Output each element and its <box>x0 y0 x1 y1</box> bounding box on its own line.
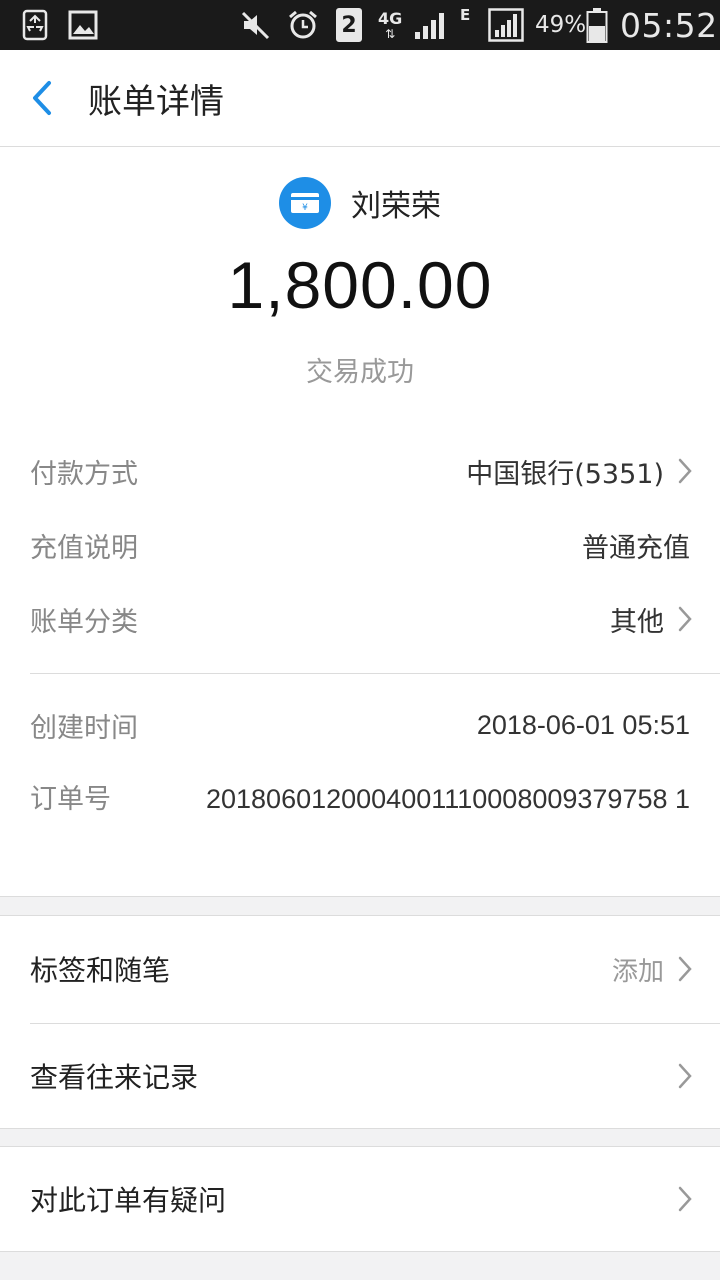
page-title: 账单详情 <box>88 81 224 122</box>
payment-method-value: 中国银行(5351) <box>466 458 664 490</box>
svg-text:¥: ¥ <box>302 203 308 213</box>
mute-icon <box>240 0 270 50</box>
order-number-value: 2018060120004001110008009379758 1 <box>205 784 690 814</box>
clock: 05:52 <box>620 5 718 45</box>
help-group: 对此订单有疑问 <box>0 1146 720 1252</box>
bank-card-icon: ¥ <box>279 177 331 229</box>
created-time-value: 2018-06-01 05:51 <box>476 709 690 740</box>
payee: ¥ 刘荣荣 <box>0 177 720 229</box>
transaction-amount: 1,800.00 <box>227 248 493 322</box>
created-time-row: 创建时间 2018-06-01 05:51 <box>30 703 690 747</box>
back-arrow-icon <box>33 81 51 115</box>
chevron-right-icon <box>678 606 692 632</box>
battery-icon <box>586 0 608 50</box>
tags-and-notes-label: 标签和随笔 <box>30 954 171 987</box>
bill-detail-card: ¥ 刘荣荣 1,800.00 交易成功 付款方式 中国银行(5351) 充值说明… <box>0 147 720 897</box>
bill-category-row[interactable]: 账单分类 其他 <box>30 597 692 641</box>
payee-name: 刘荣荣 <box>351 189 441 224</box>
network-type-label: 4G <box>378 8 403 28</box>
network-type-icon: 4G ⇅ <box>378 8 403 41</box>
recycle-notification-icon <box>22 0 48 50</box>
recharge-description-label: 充值说明 <box>30 532 138 564</box>
image-notification-icon <box>68 0 98 50</box>
app-header: 账单详情 <box>0 50 720 147</box>
chevron-right-icon <box>678 1186 692 1212</box>
add-tag-action: 添加 <box>611 956 664 987</box>
battery-percent: 49% <box>535 12 587 38</box>
chevron-right-icon <box>678 1063 692 1089</box>
divider <box>30 673 720 674</box>
transaction-status: 交易成功 <box>306 357 414 388</box>
sim-slot-icon: 2 <box>336 0 362 50</box>
bill-category-value: 其他 <box>610 606 664 638</box>
edge-network-label: E <box>460 6 471 24</box>
bill-category-label: 账单分类 <box>30 606 138 638</box>
payment-method-label: 付款方式 <box>30 458 138 490</box>
recharge-description-row: 充值说明 普通充值 <box>30 523 690 567</box>
transaction-history-item[interactable]: 查看往来记录 <box>30 1023 692 1129</box>
alarm-icon <box>287 0 319 50</box>
order-number-label: 订单号 <box>30 784 111 815</box>
chevron-right-icon <box>678 956 692 982</box>
payment-method-row[interactable]: 付款方式 中国银行(5351) <box>30 449 692 493</box>
chevron-right-icon <box>678 458 692 484</box>
tags-and-notes-item[interactable]: 标签和随笔 添加 <box>30 916 692 1022</box>
order-question-item[interactable]: 对此订单有疑问 <box>30 1147 692 1251</box>
status-bar: 2 4G ⇅ E 49% 05:52 <box>0 0 720 50</box>
order-question-label: 对此订单有疑问 <box>30 1184 227 1217</box>
signal-strength-icon <box>414 0 448 50</box>
transaction-history-label: 查看往来记录 <box>30 1061 199 1094</box>
created-time-label: 创建时间 <box>30 712 138 744</box>
actions-group: 标签和随笔 添加 查看往来记录 <box>0 915 720 1129</box>
signal-strength-2-icon <box>488 0 524 50</box>
recharge-description-value: 普通充值 <box>582 532 690 564</box>
back-button[interactable] <box>18 74 66 122</box>
